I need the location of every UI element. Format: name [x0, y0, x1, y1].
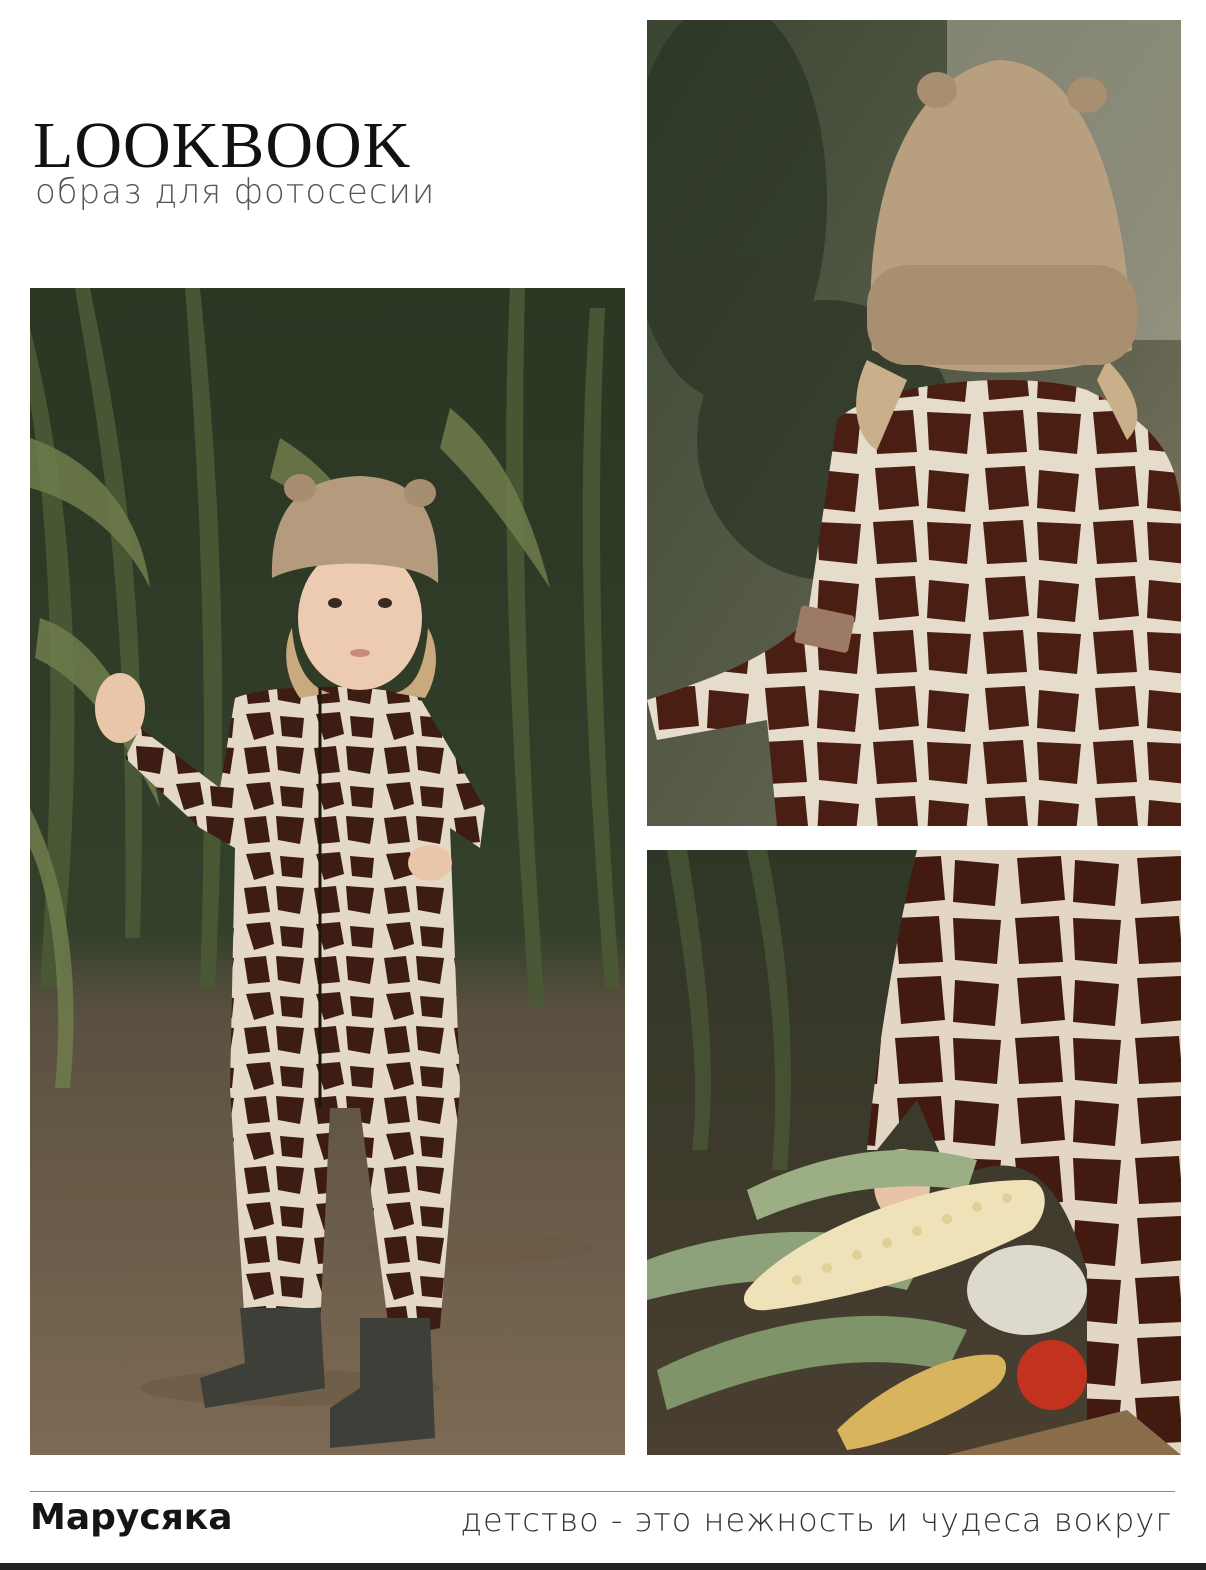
page-subtitle: образ для фотосесии: [35, 172, 436, 212]
brand-name: Марусяка: [30, 1497, 233, 1538]
back-view-photo: [647, 20, 1181, 826]
bottom-edge-bar: [0, 1563, 1206, 1570]
corn-detail-photo: [647, 850, 1181, 1455]
lookbook-page: LOOKBOOK образ для фотосесии Марусяка де…: [0, 0, 1206, 1570]
footer-tagline: детство - это нежность и чудеса вокруг: [460, 1501, 1172, 1539]
main-photo: [30, 288, 625, 1455]
footer-divider: [30, 1491, 1175, 1492]
